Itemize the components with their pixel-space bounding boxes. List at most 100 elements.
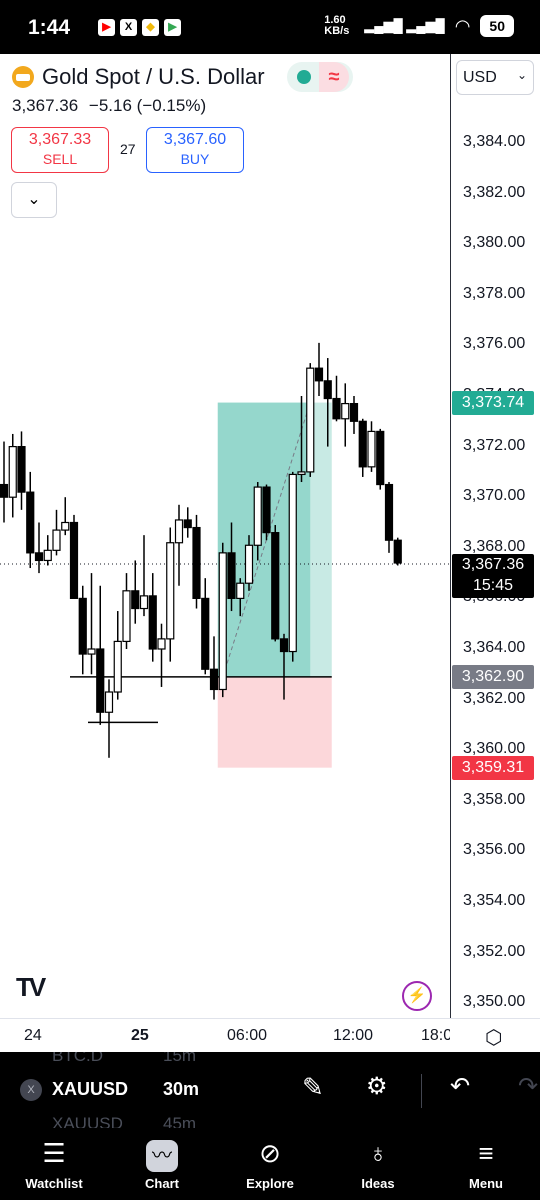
candle-body	[279, 638, 289, 653]
candle-body	[166, 542, 175, 640]
current-price-value: 3,367.36	[461, 556, 525, 573]
currency-select[interactable]: USD ⌄	[456, 60, 534, 95]
status-time: 1:44	[28, 16, 71, 39]
binance-icon: ◆	[142, 19, 159, 36]
nav-ideas[interactable]: ♁ Ideas	[333, 1134, 423, 1191]
candle-body	[306, 367, 315, 473]
gold-logo-icon	[12, 66, 34, 88]
candle-body	[148, 595, 157, 650]
candle-body	[8, 446, 17, 498]
candle-body	[87, 648, 96, 655]
ghost-interval-below: 45m	[163, 1114, 197, 1128]
sell-price: 3,367.33	[28, 131, 92, 148]
candle-body	[61, 521, 70, 531]
candle-body	[192, 526, 201, 599]
candle-body	[157, 638, 166, 650]
candle-body	[209, 668, 219, 691]
status-right: 1.60 KB/s ▂▄▆█ ▂▄▆█ ◠ 50	[324, 15, 514, 37]
chart-icon: 〰	[146, 1140, 178, 1172]
candle-body	[236, 582, 245, 599]
candle-body	[288, 473, 297, 653]
lightning-icon[interactable]: ⚡	[402, 981, 432, 1011]
candle-body	[17, 446, 26, 493]
candle-body	[113, 640, 122, 693]
time-tick: 06:00	[227, 1027, 268, 1044]
ghost-interval-above: 15m	[163, 1052, 197, 1065]
wave-icon: ≈	[319, 62, 349, 92]
candle-body	[122, 590, 131, 643]
symbol-title[interactable]: Gold Spot / U.S. Dollar	[42, 64, 265, 90]
candle-body	[139, 595, 149, 610]
price-tick: 3,352.00	[463, 942, 526, 960]
symbol-x-icon: X	[20, 1079, 42, 1101]
nav-menu[interactable]: ≡ Menu	[441, 1134, 531, 1191]
candle-body	[393, 539, 402, 564]
play-store-icon: ▶	[164, 19, 181, 36]
candle-body	[78, 597, 87, 655]
time-tick: 25	[131, 1027, 149, 1044]
nav-label: Explore	[246, 1176, 294, 1191]
candle-body	[201, 597, 210, 670]
candle-body	[323, 380, 332, 400]
network-speed: 1.60 KB/s	[324, 14, 350, 37]
candle-body	[271, 532, 280, 640]
price-tick: 3,382.00	[463, 183, 526, 201]
chevron-down-icon: ⌄	[516, 68, 527, 82]
interval-selector[interactable]: 30m	[163, 1079, 199, 1100]
symbol-header: Gold Spot / U.S. Dollar ≈ 3,367.36 −5.16…	[0, 54, 450, 224]
chart-toolbar: BTC.D 15m X XAUUSD 30m XAUUSD 45m ✎ ⚙ ↶ …	[0, 1052, 540, 1128]
candle-countdown: 15:45	[472, 577, 514, 594]
candle-body	[0, 483, 9, 498]
nav-watchlist[interactable]: ☰ Watchlist	[9, 1134, 99, 1191]
watchlist-icon: ☰	[42, 1138, 66, 1168]
nav-explore[interactable]: ⊘ Explore	[225, 1134, 315, 1191]
candle-body	[218, 552, 227, 691]
menu-icon: ≡	[478, 1138, 494, 1168]
price-tick: 3,384.00	[463, 133, 526, 150]
current-price-label: 3,367.36 15:45	[452, 554, 534, 598]
wifi-icon: ◠	[454, 15, 471, 36]
price-tick: 3,378.00	[463, 284, 526, 302]
price-axis-divider	[450, 54, 451, 1020]
chevron-down-icon[interactable]: ⌄	[11, 182, 57, 218]
x-icon: X	[120, 19, 137, 36]
time-axis[interactable]: 24 25 06:00 12:00 18:00 ⬡	[0, 1018, 540, 1053]
nav-chart[interactable]: 〰 Chart	[117, 1134, 207, 1191]
market-open-dot-icon	[297, 70, 311, 84]
candle-body	[174, 519, 184, 544]
price-tick: 3,350.00	[463, 993, 526, 1011]
candle-body	[358, 420, 367, 468]
symbol-row[interactable]: Gold Spot / U.S. Dollar	[12, 64, 265, 90]
candle-body	[349, 402, 359, 422]
indicator-settings-icon[interactable]: ⚙	[366, 1072, 388, 1101]
toolbar-divider	[421, 1074, 422, 1108]
symbol-selector[interactable]: XAUUSD	[52, 1079, 128, 1100]
last-price: 3,367.36	[12, 96, 79, 115]
compass-icon: ⊘	[259, 1138, 281, 1168]
undo-icon[interactable]: ↶	[450, 1072, 470, 1101]
currency-value: USD	[463, 69, 497, 86]
candle-body	[314, 367, 324, 382]
redo-icon[interactable]: ↷	[518, 1072, 538, 1101]
price-tick: 3,356.00	[463, 841, 526, 859]
drawing-pen-icon[interactable]: ✎	[302, 1072, 324, 1103]
nav-label: Ideas	[361, 1176, 395, 1191]
candle-body	[262, 486, 271, 534]
stop-loss-zone	[217, 676, 332, 768]
settings-hexagon-icon[interactable]: ⬡	[485, 1025, 502, 1050]
buy-button[interactable]: 3,367.60 BUY	[146, 127, 244, 173]
lightbulb-icon: ♁	[368, 1138, 388, 1168]
battery-icon: 50	[480, 15, 514, 37]
price-tick: 3,376.00	[463, 335, 526, 353]
candle-body	[183, 519, 192, 529]
candle-body	[341, 402, 350, 420]
sell-button[interactable]: 3,367.33 SELL	[11, 127, 109, 173]
candle-body	[367, 430, 376, 468]
candle-body	[34, 552, 44, 562]
candle-body	[384, 483, 394, 541]
candle-body	[104, 691, 114, 713]
candle-body	[43, 549, 52, 562]
ghost-symbol-below: XAUUSD	[52, 1114, 123, 1128]
market-status-pill[interactable]: ≈	[287, 62, 353, 92]
candle-body	[227, 552, 236, 599]
